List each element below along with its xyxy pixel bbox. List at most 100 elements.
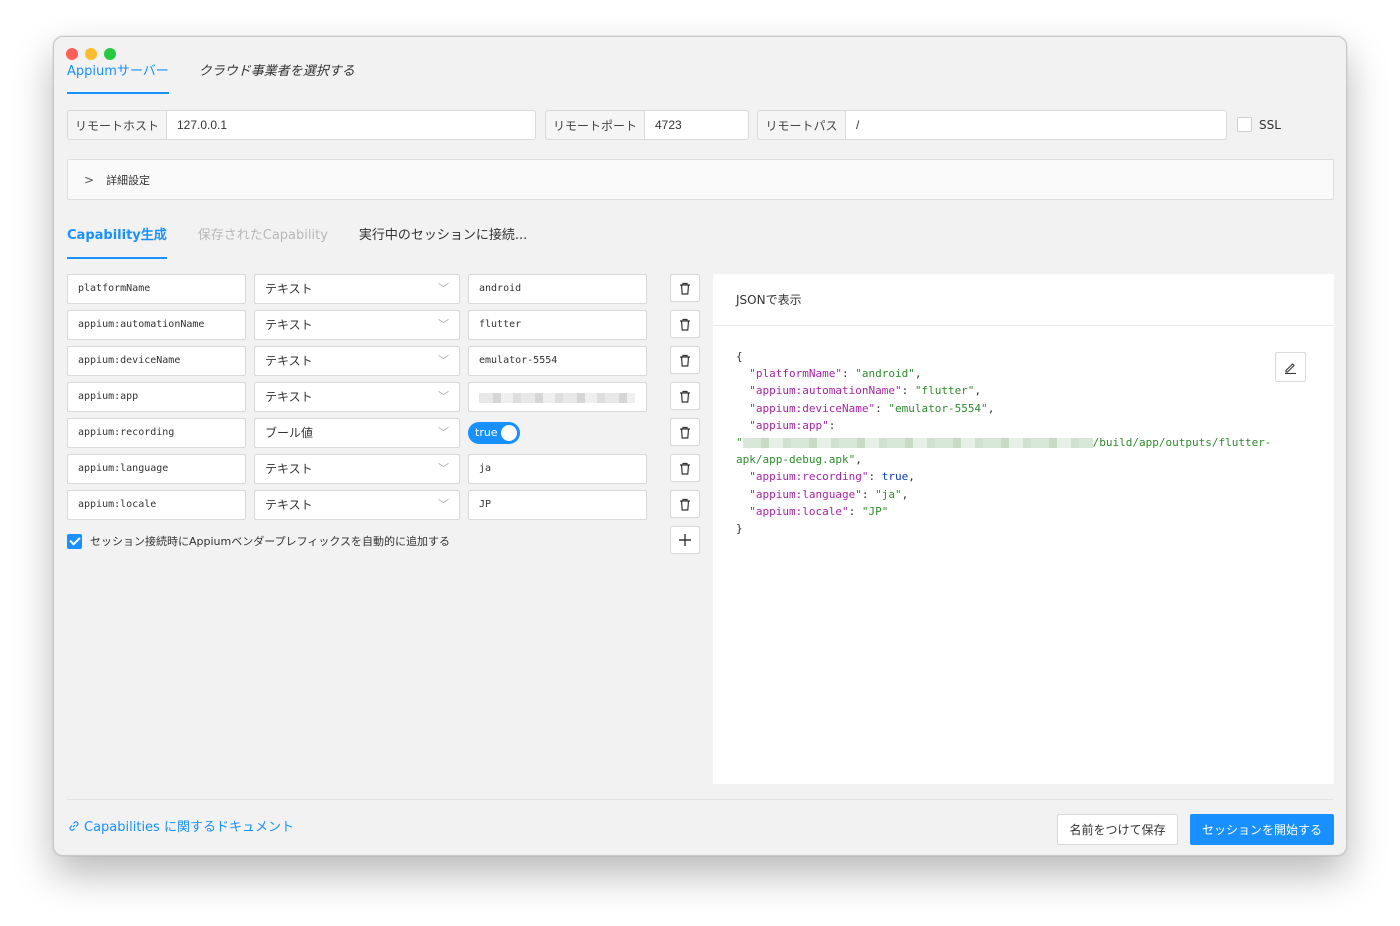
capability-tabs: Capability生成 保存されたCapability 実行中のセッションに接…	[67, 226, 527, 259]
json-preview-code: { "platformName": "android", "appium:aut…	[736, 350, 1272, 536]
chevron-down-icon: ﹀	[438, 390, 449, 403]
delete-capability-button[interactable]	[670, 490, 700, 518]
app-window: Appiumサーバー クラウド事業者を選択する リモートホスト リモートポート …	[53, 36, 1347, 856]
capability-value-input[interactable]	[468, 382, 647, 412]
delete-capability-button[interactable]	[670, 346, 700, 374]
capability-type-select[interactable]: テキスト ﹀	[254, 382, 460, 412]
close-window-button[interactable]	[66, 48, 78, 60]
delete-capability-button[interactable]	[670, 418, 700, 446]
tab-appium-server[interactable]: Appiumサーバー	[67, 62, 169, 94]
capability-row: appium:app テキスト ﹀	[67, 382, 701, 412]
server-tabs: Appiumサーバー クラウド事業者を選択する	[67, 62, 355, 94]
capability-name-input[interactable]: appium:locale	[67, 490, 246, 520]
chevron-down-icon: ﹀	[438, 318, 449, 331]
trash-icon	[680, 282, 690, 295]
capability-name-input[interactable]: appium:language	[67, 454, 246, 484]
capability-name-input[interactable]: appium:automationName	[67, 310, 246, 340]
advanced-settings-label: 詳細設定	[106, 173, 151, 187]
capability-row: appium:recording ブール値 ﹀ true	[67, 418, 701, 448]
trash-icon	[680, 462, 690, 475]
trash-icon	[680, 318, 690, 331]
toggle-knob	[501, 425, 517, 441]
capability-row: platformName テキスト ﹀ android	[67, 274, 701, 304]
remote-path-label: リモートパス	[757, 110, 845, 140]
advanced-settings-toggle[interactable]: > 詳細設定	[67, 159, 1334, 200]
capability-type-select[interactable]: ブール値 ﹀	[254, 418, 460, 448]
remote-host-label: リモートホスト	[67, 110, 166, 140]
tab-cloud-provider[interactable]: クラウド事業者を選択する	[199, 62, 355, 94]
capability-name-input[interactable]: appium:app	[67, 382, 246, 412]
remote-host-input[interactable]	[166, 110, 536, 140]
chevron-right-icon: >	[84, 172, 95, 187]
capability-boolean-toggle[interactable]: true	[468, 422, 520, 444]
capability-type-select[interactable]: テキスト ﹀	[254, 346, 460, 376]
capability-value-input[interactable]: ja	[468, 454, 647, 484]
minimize-window-button[interactable]	[85, 48, 97, 60]
zoom-window-button[interactable]	[104, 48, 116, 60]
capabilities-docs-link[interactable]: Capabilities に関するドキュメント	[67, 816, 294, 835]
vendor-prefix-checkbox[interactable]	[67, 533, 82, 549]
link-icon	[69, 820, 79, 831]
add-capability-button[interactable]	[670, 526, 700, 554]
capability-name-input[interactable]: appium:recording	[67, 418, 246, 448]
tab-saved-capabilities[interactable]: 保存されたCapability	[198, 226, 328, 259]
capability-row: appium:locale テキスト ﹀ JP	[67, 490, 701, 520]
json-preview-panel: JSONで表示 { "platformName": "android", "ap…	[713, 274, 1334, 784]
tab-capability-builder[interactable]: Capability生成	[67, 226, 167, 259]
trash-icon	[680, 426, 690, 439]
server-settings-row: リモートホスト リモートポート リモートパス SSL	[67, 110, 1333, 140]
window-controls	[66, 48, 116, 60]
plus-icon	[679, 534, 691, 546]
vendor-prefix-label: セッション接続時にAppiumベンダープレフィックスを自動的に追加する	[90, 535, 451, 548]
redacted-path	[742, 438, 1093, 449]
chevron-down-icon: ﹀	[438, 282, 449, 295]
capability-type-value: テキスト	[265, 282, 313, 296]
capabilities-docs-label: Capabilities に関するドキュメント	[84, 820, 294, 835]
capability-type-select[interactable]: テキスト ﹀	[254, 274, 460, 304]
delete-capability-button[interactable]	[670, 310, 700, 338]
delete-capability-button[interactable]	[670, 454, 700, 482]
chevron-down-icon: ﹀	[438, 354, 449, 367]
capability-value-input[interactable]: emulator-5554	[468, 346, 647, 376]
capability-name-input[interactable]: appium:deviceName	[67, 346, 246, 376]
capability-type-select[interactable]: テキスト ﹀	[254, 454, 460, 484]
start-session-button[interactable]: セッションを開始する	[1190, 814, 1334, 845]
pencil-icon	[1285, 362, 1296, 374]
ssl-label: SSL	[1259, 118, 1281, 132]
capability-type-value: テキスト	[265, 318, 313, 332]
chevron-down-icon: ﹀	[438, 498, 449, 511]
toggle-label: true	[475, 426, 498, 439]
capability-name-input[interactable]: platformName	[67, 274, 246, 304]
capability-row: appium:deviceName テキスト ﹀ emulator-5554	[67, 346, 701, 376]
capability-type-value: ブール値	[265, 426, 314, 440]
ssl-checkbox[interactable]	[1237, 117, 1252, 132]
redacted-value	[479, 393, 635, 403]
chevron-down-icon: ﹀	[438, 426, 449, 439]
delete-capability-button[interactable]	[670, 382, 700, 410]
capability-type-select[interactable]: テキスト ﹀	[254, 310, 460, 340]
vendor-prefix-option: セッション接続時にAppiumベンダープレフィックスを自動的に追加する	[67, 533, 450, 549]
chevron-down-icon: ﹀	[438, 462, 449, 475]
capability-type-select[interactable]: テキスト ﹀	[254, 490, 460, 520]
capability-row: appium:language テキスト ﹀ ja	[67, 454, 701, 484]
json-panel-title: JSONで表示	[713, 274, 1334, 326]
trash-icon	[680, 354, 690, 367]
footer-divider	[67, 799, 1334, 800]
capability-type-value: テキスト	[265, 498, 313, 512]
capability-value-input[interactable]: JP	[468, 490, 647, 520]
edit-json-button[interactable]	[1275, 352, 1306, 382]
remote-port-input[interactable]	[644, 110, 749, 140]
capability-value-input[interactable]: flutter	[468, 310, 647, 340]
save-as-button[interactable]: 名前をつけて保存	[1057, 814, 1178, 845]
tab-attach-session[interactable]: 実行中のセッションに接続...	[359, 226, 527, 259]
delete-capability-button[interactable]	[670, 274, 700, 302]
capability-type-value: テキスト	[265, 462, 313, 476]
trash-icon	[680, 390, 690, 403]
capability-type-value: テキスト	[265, 390, 313, 404]
remote-path-input[interactable]	[845, 110, 1227, 140]
capability-value-input[interactable]: android	[468, 274, 647, 304]
remote-port-label: リモートポート	[545, 110, 644, 140]
capability-row: appium:automationName テキスト ﹀ flutter	[67, 310, 701, 340]
capability-type-value: テキスト	[265, 354, 313, 368]
trash-icon	[680, 498, 690, 511]
